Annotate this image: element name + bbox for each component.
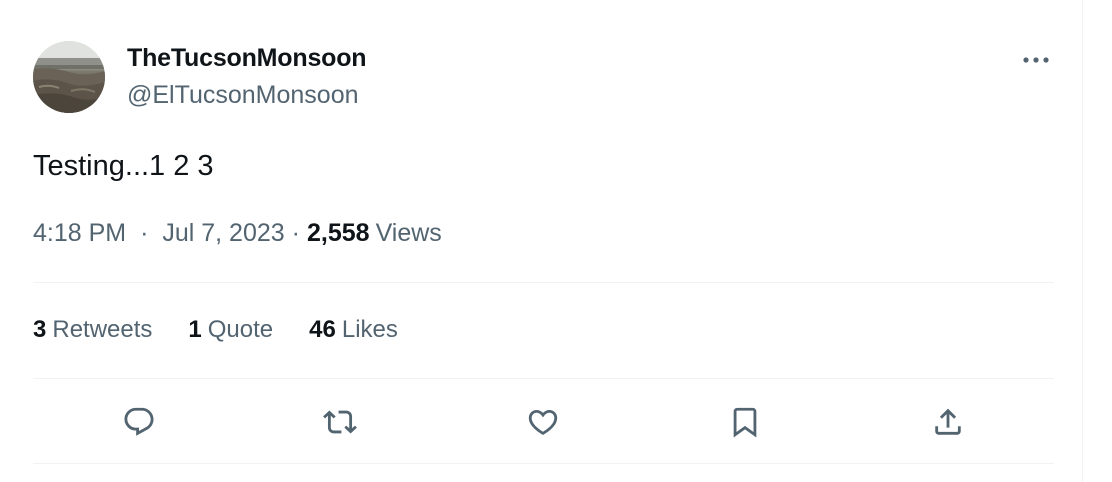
likes-count: 46 [309,316,336,343]
quotes-label: Quote [207,316,274,343]
tweet-time-link[interactable]: 4:18 PM · Jul 7, 2023 [33,219,285,248]
action-bar [0,400,1083,444]
tweet-time: 4:18 PM [33,219,127,247]
views-label: Views [375,219,442,247]
divider [33,378,1054,379]
quotes-count: 1 [188,316,202,343]
more-horizontal-icon [1023,57,1049,63]
divider [33,282,1054,283]
tweet-card: TheTucsonMonsoon @ElTucsonMonsoon Testin… [0,0,1083,482]
likes-label: Likes [341,316,398,343]
like-button[interactable] [521,400,565,444]
retweets-label: Retweets [52,316,153,343]
bookmark-button[interactable] [723,400,767,444]
display-name[interactable]: TheTucsonMonsoon [127,44,367,73]
heart-icon [528,409,558,435]
avatar-image [33,41,105,113]
quotes-stat[interactable]: 1 Quote [188,316,273,344]
separator: · [291,219,300,247]
share-button[interactable] [926,400,970,444]
separator: · [140,219,149,247]
tweet-meta: 4:18 PM · Jul 7, 2023 · 2,558 Views [33,219,442,248]
tweet-date: Jul 7, 2023 [162,219,285,247]
user-handle[interactable]: @ElTucsonMonsoon [127,81,359,110]
avatar[interactable] [33,41,105,113]
tweet-text: Testing...1 2 3 [33,150,214,182]
retweets-stat[interactable]: 3 Retweets [33,316,152,344]
engagement-stats: 3 Retweets 1 Quote 46 Likes [33,316,398,344]
retweet-icon [323,410,357,434]
retweet-button[interactable] [318,400,362,444]
divider [33,463,1054,464]
reply-button[interactable] [117,400,161,444]
more-options-button[interactable] [1018,48,1054,72]
retweets-count: 3 [33,316,47,343]
views-count: 2,558 [307,219,370,247]
reply-icon [124,407,154,436]
share-icon [935,408,961,435]
bookmark-icon [733,407,757,438]
likes-stat[interactable]: 46 Likes [309,316,398,344]
